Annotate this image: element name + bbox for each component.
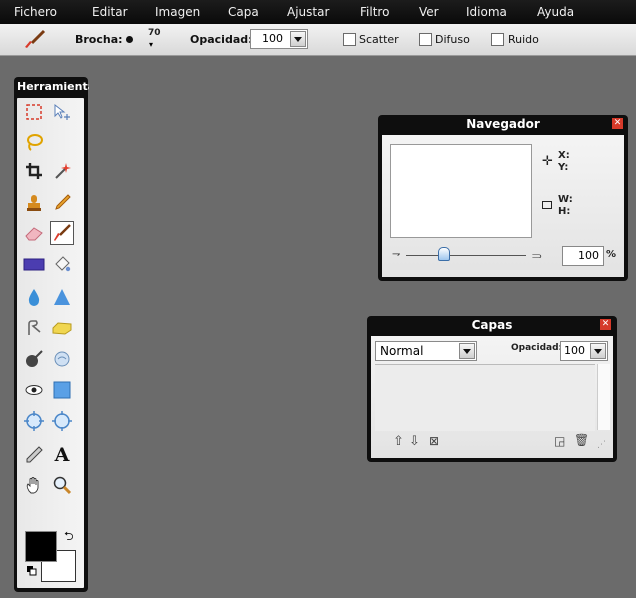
- brush-dot-icon: [126, 36, 133, 43]
- zoom-tool-icon[interactable]: [51, 474, 73, 496]
- layers-opacity-label: Opacidad:: [511, 343, 563, 353]
- layers-opacity-value: 100: [564, 344, 585, 357]
- tools-panel: Herramientas: [14, 77, 89, 592]
- options-bar: Brocha: 70 ▾ Opacidad: 100 Scatter Difus…: [0, 24, 636, 56]
- default-colors-icon[interactable]: [27, 565, 37, 576]
- zoom-value: 100: [578, 249, 599, 262]
- menu-ajustar[interactable]: Ajustar: [287, 5, 329, 19]
- nav-x-label: X:: [558, 150, 570, 161]
- hand-tool-icon[interactable]: [23, 474, 45, 496]
- text-tool-icon[interactable]: A: [51, 444, 73, 466]
- scatter-checkbox[interactable]: [343, 33, 356, 46]
- delete-layer-x-icon[interactable]: ⊠: [429, 434, 439, 448]
- layers-list[interactable]: [375, 364, 595, 431]
- noise-checkbox[interactable]: [491, 33, 504, 46]
- new-layer-icon[interactable]: ◲: [554, 434, 565, 448]
- tools-grid: A ⮌: [17, 98, 84, 588]
- zoom-out-icon[interactable]: ⇁: [392, 249, 400, 260]
- brush-label: Brocha:: [75, 33, 123, 46]
- red-eye-tool-icon[interactable]: [23, 379, 45, 401]
- sharpen-tool-icon[interactable]: [51, 286, 73, 308]
- move-layer-up-icon[interactable]: ⇧: [393, 434, 404, 449]
- navigator-preview[interactable]: [390, 144, 532, 238]
- sponge-tool-icon[interactable]: [51, 317, 73, 339]
- lasso-tool-icon[interactable]: [23, 131, 45, 153]
- navigator-title[interactable]: Navegador: [378, 115, 628, 133]
- brush-size-down-icon[interactable]: ▾: [149, 40, 153, 49]
- layers-body: Normal Opacidad: 100 ⇧ ⇩ ⊠ ◲ 🗑 ⋰: [371, 336, 613, 458]
- menu-editar[interactable]: Editar: [92, 5, 128, 19]
- nav-y-label: Y:: [558, 162, 569, 173]
- magic-wand-tool-icon[interactable]: [51, 160, 73, 182]
- opacity-dropdown-icon[interactable]: [290, 31, 306, 47]
- menu-ayuda[interactable]: Ayuda: [537, 5, 574, 19]
- menu-bar: Fichero Editar Imagen Capa Ajustar Filtr…: [0, 0, 636, 24]
- blend-mode-dropdown-icon[interactable]: [459, 343, 475, 359]
- layers-title[interactable]: Capas: [367, 316, 617, 334]
- blur-label: Difuso: [435, 33, 470, 46]
- opacity-select[interactable]: 100: [250, 29, 308, 49]
- paint-bucket-tool-icon[interactable]: [51, 253, 73, 275]
- layers-close-icon[interactable]: ✕: [600, 319, 611, 330]
- smudge-tool-icon[interactable]: [23, 317, 45, 339]
- eyedropper-tool-icon[interactable]: [23, 444, 45, 466]
- zoom-input[interactable]: 100: [562, 246, 604, 266]
- noise-label: Ruido: [508, 33, 539, 46]
- move-tool-icon[interactable]: [51, 101, 73, 123]
- move-layer-down-icon[interactable]: ⇩: [409, 434, 420, 449]
- crop-tool-icon[interactable]: [23, 160, 45, 182]
- scatter-label: Scatter: [359, 33, 399, 46]
- layers-window: Capas ✕ Normal Opacidad: 100 ⇧ ⇩ ⊠ ◲ 🗑 ⋰: [367, 316, 617, 462]
- blend-mode-select[interactable]: Normal: [375, 341, 477, 361]
- menu-fichero[interactable]: Fichero: [14, 5, 57, 19]
- menu-imagen[interactable]: Imagen: [155, 5, 200, 19]
- menu-filtro[interactable]: Filtro: [360, 5, 389, 19]
- navigator-close-icon[interactable]: ✕: [612, 118, 623, 129]
- zoom-slider-track[interactable]: [406, 255, 526, 256]
- burn-tool-icon[interactable]: [23, 348, 45, 370]
- bloat-tool-icon[interactable]: [23, 410, 45, 432]
- opacity-value: 100: [262, 32, 283, 45]
- resize-grip-icon[interactable]: ⋰: [597, 440, 606, 450]
- nav-h-label: H:: [558, 206, 571, 217]
- foreground-color-swatch[interactable]: [25, 531, 57, 562]
- zoom-slider-handle[interactable]: [438, 247, 450, 261]
- zoom-unit: %: [606, 249, 617, 260]
- dodge-tool-icon[interactable]: [51, 348, 73, 370]
- blur-tool-icon[interactable]: [23, 286, 45, 308]
- clone-stamp-tool-icon[interactable]: [23, 192, 45, 214]
- menu-ver[interactable]: Ver: [419, 5, 439, 19]
- blend-mode-value: Normal: [380, 344, 424, 358]
- layers-scrollbar[interactable]: [597, 364, 610, 430]
- blur-checkbox[interactable]: [419, 33, 432, 46]
- swap-colors-icon[interactable]: ⮌: [64, 527, 74, 548]
- zoom-in-icon[interactable]: ⥰: [532, 248, 542, 263]
- rectangle-tool-icon[interactable]: [23, 253, 45, 275]
- pencil-tool-icon[interactable]: [51, 192, 73, 214]
- shape-tool-icon[interactable]: [51, 379, 73, 401]
- crosshair-icon: ✛: [542, 154, 553, 169]
- tools-panel-title: Herramientas: [17, 80, 89, 93]
- brush-tool-icon: [22, 28, 48, 50]
- navigator-window: Navegador ✕ ✛ X: Y: W: H: ⇁ ⥰ 100 %: [378, 115, 628, 281]
- marquee-tool-icon[interactable]: [23, 101, 45, 123]
- nav-w-label: W:: [558, 194, 573, 205]
- dimensions-icon: [542, 201, 552, 209]
- menu-idioma[interactable]: Idioma: [466, 5, 507, 19]
- pinch-tool-icon[interactable]: [51, 410, 73, 432]
- brush-size[interactable]: 70: [148, 28, 161, 38]
- trash-icon[interactable]: 🗑: [574, 433, 589, 447]
- brush-tool-selected-icon[interactable]: [50, 221, 74, 245]
- layers-opacity-dropdown-icon[interactable]: [590, 343, 606, 359]
- navigator-body: ✛ X: Y: W: H: ⇁ ⥰ 100 %: [382, 135, 624, 277]
- layers-opacity-select[interactable]: 100: [560, 341, 608, 361]
- eraser-tool-icon[interactable]: [23, 222, 45, 244]
- menu-capa[interactable]: Capa: [228, 5, 259, 19]
- opacity-label: Opacidad:: [190, 33, 253, 46]
